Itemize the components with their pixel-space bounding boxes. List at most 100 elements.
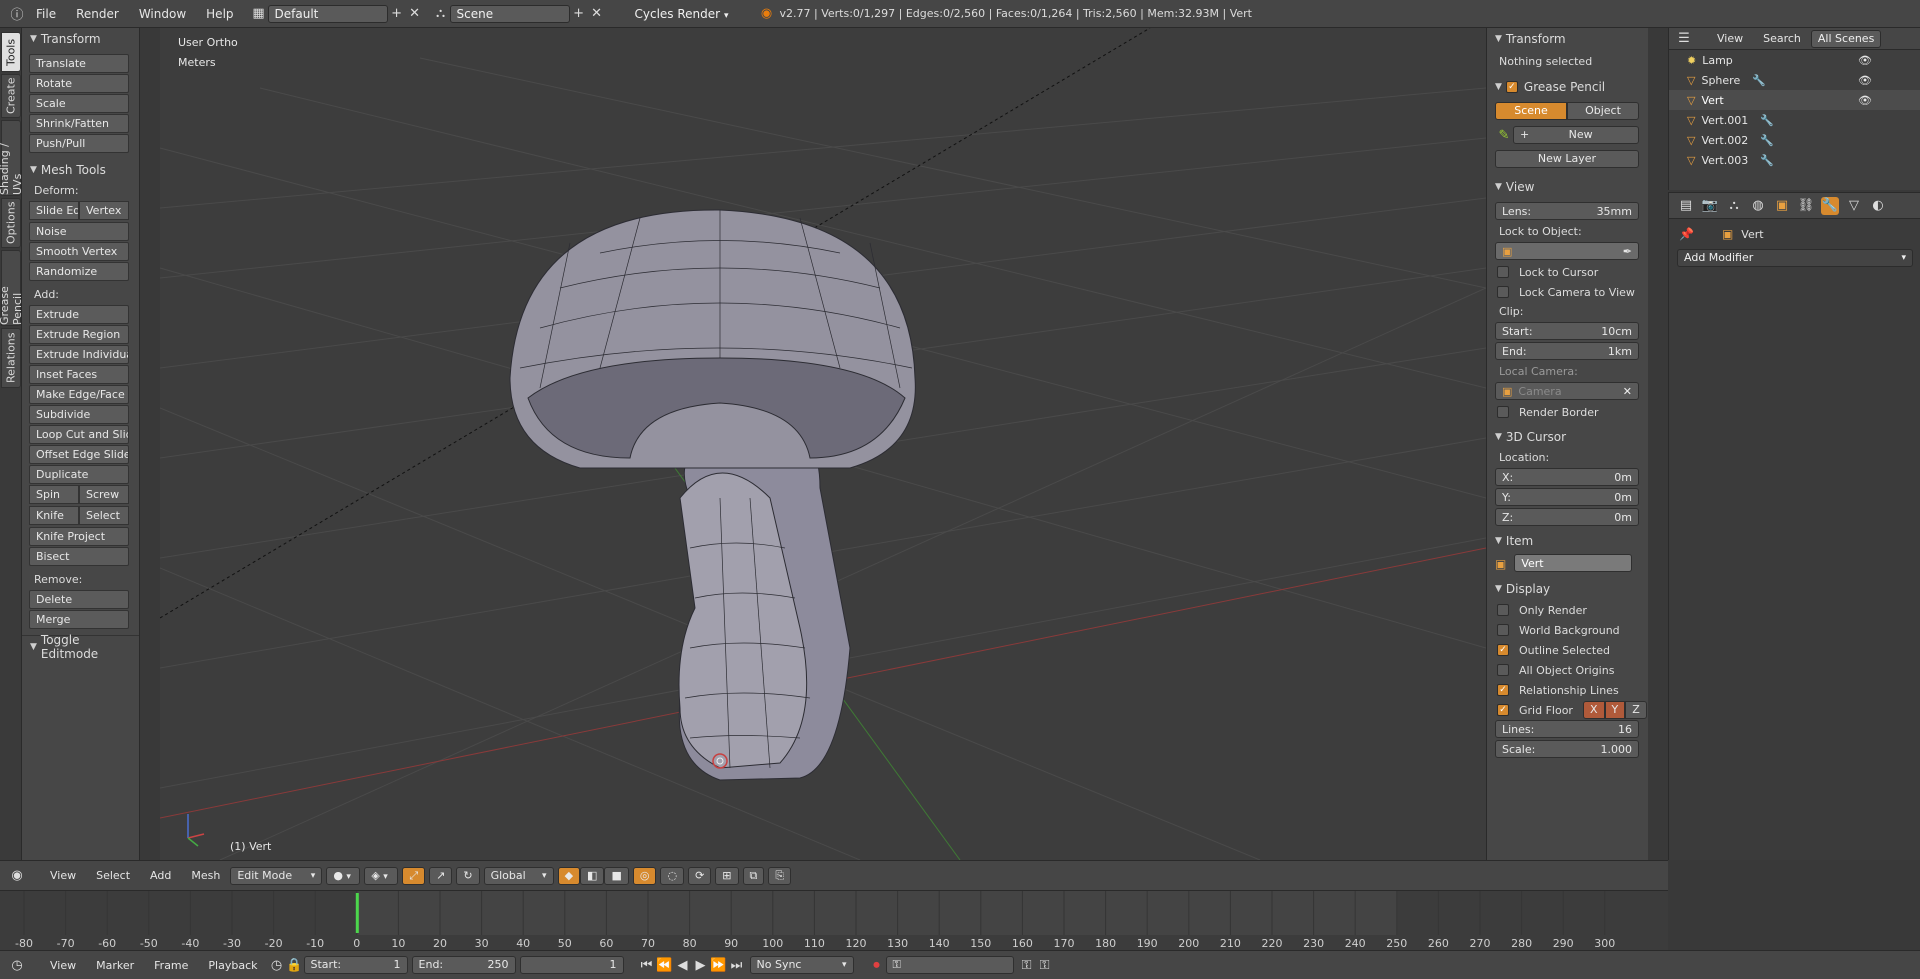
jump-start-icon[interactable]: ⏮ <box>638 956 656 974</box>
new-grease-button[interactable]: + New <box>1513 126 1639 144</box>
scene-source-button[interactable]: Scene <box>1495 102 1567 120</box>
spin-button[interactable]: Spin <box>29 485 79 504</box>
sync-select[interactable]: No Sync ▾ <box>749 956 854 974</box>
relationship-lines-checkbox[interactable]: ✓ <box>1497 684 1509 696</box>
lock-camera-row[interactable]: Lock Camera to View <box>1497 282 1648 302</box>
menu-render[interactable]: Render <box>66 7 129 21</box>
wrench-icon[interactable]: 🔧 <box>1752 74 1766 87</box>
bisect-button[interactable]: Bisect <box>29 547 129 566</box>
item-name-field[interactable]: Vert <box>1514 554 1633 572</box>
lock-cursor-row[interactable]: Lock to Cursor <box>1497 262 1648 282</box>
knife-button[interactable]: Knife <box>29 506 79 525</box>
cursor-x-field[interactable]: X: 0m <box>1495 468 1639 486</box>
slide-edge-button[interactable]: Slide Ed <box>29 201 79 220</box>
merge-button[interactable]: Merge <box>29 610 129 629</box>
cursor-z-field[interactable]: Z: 0m <box>1495 508 1639 526</box>
knife-project-button[interactable]: Knife Project <box>29 527 129 546</box>
keying-set-field[interactable]: ⚿ <box>885 956 1014 974</box>
add-modifier-dropdown[interactable]: Add Modifier ▾ <box>1677 249 1913 267</box>
add-scene-icon[interactable]: + <box>570 5 588 23</box>
face-select-mode[interactable]: ■ <box>604 866 629 885</box>
lock-cursor-checkbox[interactable] <box>1497 266 1509 278</box>
tab-shading-uvs[interactable]: Shading / UVs <box>0 120 24 196</box>
eyedropper-icon[interactable]: ✒ <box>1623 245 1632 258</box>
delete-button[interactable]: Delete <box>29 590 129 609</box>
orientation-select[interactable]: Global ▾ <box>483 866 554 885</box>
wrench-icon[interactable]: 🔧 <box>1760 134 1774 147</box>
outliner-editor-icon[interactable]: ☰ <box>1675 30 1693 48</box>
object-tab-icon[interactable]: ▣ <box>1773 197 1791 215</box>
prev-keyframe-icon[interactable]: ⏪ <box>656 956 674 974</box>
axis-z-toggle[interactable]: Z <box>1625 701 1647 719</box>
end-frame-field[interactable]: End: 250 <box>411 956 516 974</box>
randomize-button[interactable]: Randomize <box>29 262 129 281</box>
display-mode-select[interactable]: All Scenes <box>1810 29 1882 48</box>
mushroom-mesh[interactable] <box>509 209 916 781</box>
data-tab-icon[interactable]: ▽ <box>1845 197 1863 215</box>
outliner-item-vert-002[interactable]: ▽ Vert.002 🔧 <box>1669 130 1920 150</box>
menu-view[interactable]: View <box>40 869 86 882</box>
item-panel-header[interactable]: ▼ Item <box>1487 530 1648 552</box>
editor-type-icon[interactable]: ◷ <box>8 956 26 974</box>
make-edge-face-button[interactable]: Make Edge/Face <box>29 385 129 404</box>
current-frame-field[interactable]: 1 <box>519 956 624 974</box>
menu-add[interactable]: Add <box>140 869 181 882</box>
menu-marker[interactable]: Marker <box>86 959 144 972</box>
scale-button[interactable]: Scale <box>29 94 129 113</box>
screw-button[interactable]: Screw <box>79 485 129 504</box>
editor-type-icon[interactable]: ◉ <box>8 867 26 885</box>
proportional-edit-icon[interactable]: ◌ <box>660 866 685 885</box>
manipulator-toggle[interactable]: ⤢ <box>402 866 426 885</box>
constraints-tab-icon[interactable]: ⛓ <box>1797 197 1815 215</box>
axis-x-toggle[interactable]: X <box>1582 701 1605 719</box>
timeline[interactable]: -80 -70 -60 -50 -40 -30 -20 -10 0 10 20 30 40 50 60 70 8… <box>0 890 1668 950</box>
viewport-canvas[interactable] <box>160 28 1486 860</box>
pin-icon[interactable]: 📌 <box>1679 227 1694 241</box>
view-panel-header[interactable]: ▼ View <box>1487 176 1648 198</box>
play-reverse-icon[interactable]: ◀ <box>674 956 692 974</box>
wrench-icon[interactable]: 🔧 <box>1760 154 1774 167</box>
lock-camera-checkbox[interactable] <box>1497 286 1509 298</box>
pivot-select[interactable]: ◈ ▾ <box>364 866 399 885</box>
grid-lines-field[interactable]: Lines: 16 <box>1495 720 1639 738</box>
snap-element-icon[interactable]: ⊞ <box>715 866 739 885</box>
subdivide-button[interactable]: Subdivide <box>29 405 129 424</box>
rotate-manipulator-icon[interactable]: ↻ <box>456 866 480 885</box>
lock-icon[interactable]: 🔒 <box>286 956 304 974</box>
outliner-item-sphere[interactable]: ▽ Sphere 🔧 👁 <box>1669 70 1920 90</box>
grease-pencil-checkbox[interactable]: ✓ <box>1505 81 1518 93</box>
grid-floor-row[interactable]: ✓ Grid Floor X Y Z <box>1497 700 1648 720</box>
render-preview-icon[interactable]: ⧉ <box>742 866 765 885</box>
remove-scene-icon[interactable]: ✕ <box>588 5 606 23</box>
menu-view[interactable]: View <box>40 959 86 972</box>
clip-end-field[interactable]: End: 1km <box>1495 342 1639 360</box>
record-icon[interactable]: ⏺ <box>868 956 886 974</box>
visibility-icon[interactable]: 👁 <box>1858 74 1872 87</box>
tab-tools[interactable]: Tools <box>1 32 21 72</box>
menu-file[interactable]: File <box>26 7 66 21</box>
menu-help[interactable]: Help <box>196 7 243 21</box>
extrude-region-button[interactable]: Extrude Region <box>29 325 129 344</box>
snap-toggle-icon[interactable]: ⟳ <box>688 866 712 885</box>
loop-cut-button[interactable]: Loop Cut and Slide <box>29 425 129 444</box>
cursor-panel-header[interactable]: ▼ 3D Cursor <box>1487 426 1648 448</box>
push-pull-button[interactable]: Push/Pull <box>29 134 129 153</box>
visibility-icon[interactable]: 👁 <box>1858 54 1872 67</box>
new-layer-button[interactable]: New Layer <box>1495 150 1639 168</box>
current-frame-cursor[interactable] <box>355 893 359 933</box>
insert-keyframe-icon[interactable]: ⚿ <box>1018 956 1036 974</box>
edge-select-mode[interactable]: ◧ <box>580 866 605 885</box>
vertex-select-mode[interactable]: ◆ <box>557 866 581 885</box>
lock-object-field[interactable]: ▣ ✒ <box>1495 242 1639 260</box>
outliner-search-menu[interactable]: Search <box>1753 32 1811 45</box>
cursor-y-field[interactable]: Y: 0m <box>1495 488 1639 506</box>
local-camera-field[interactable]: ▣ Camera ✕ <box>1495 382 1639 400</box>
axis-y-toggle[interactable]: Y <box>1604 701 1626 719</box>
toggle-editmode-header[interactable]: ▼ Toggle Editmode <box>22 633 139 661</box>
clear-icon[interactable]: ✕ <box>1623 385 1632 398</box>
info-icon[interactable]: ⓘ <box>8 5 26 23</box>
tab-relations[interactable]: Relations <box>1 328 21 388</box>
menu-window[interactable]: Window <box>129 7 196 21</box>
jump-end-icon[interactable]: ⏭ <box>728 956 746 974</box>
outliner-view-menu[interactable]: View <box>1707 32 1753 45</box>
